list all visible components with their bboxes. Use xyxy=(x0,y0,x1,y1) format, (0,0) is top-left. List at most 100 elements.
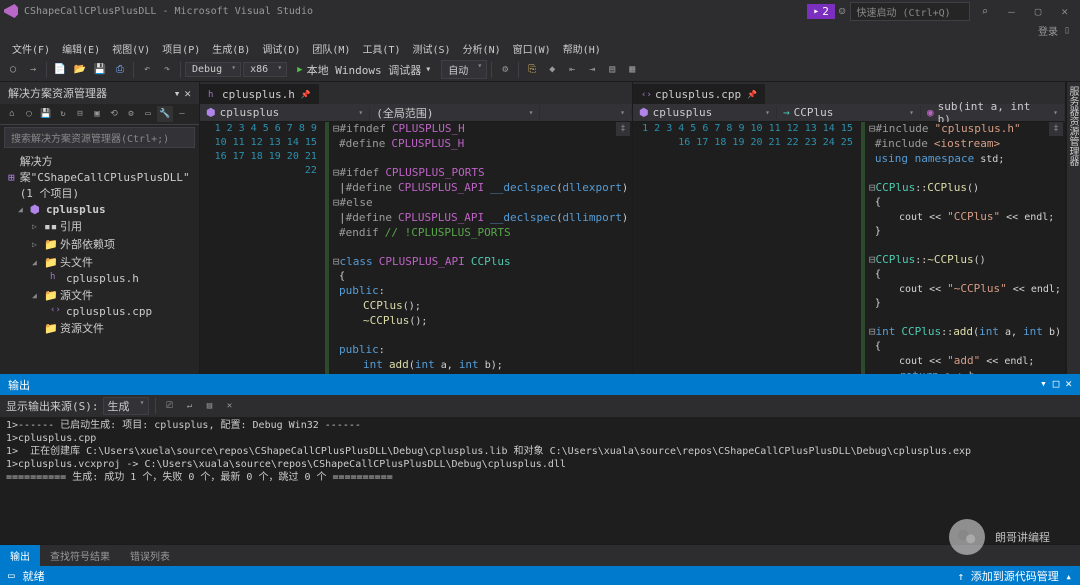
output-source-combo[interactable]: 生成 xyxy=(103,397,149,415)
collapse-icon[interactable]: ⊟ xyxy=(72,106,88,122)
close-icon[interactable]: ✕ xyxy=(184,87,191,100)
split-button[interactable]: ‡ xyxy=(1049,122,1063,136)
expander-icon[interactable]: ◢ xyxy=(32,291,41,300)
line-gutter: 1 2 3 4 5 6 7 8 9 10 11 12 13 14 15 16 1… xyxy=(633,122,865,374)
tab-error-list[interactable]: 错误列表 xyxy=(120,545,180,566)
resources-node[interactable]: 📁资源文件 xyxy=(0,319,199,337)
sync-icon[interactable]: ⟲ xyxy=(106,106,122,122)
references-node[interactable]: ▷▪▪引用 xyxy=(0,217,199,235)
tool-icon[interactable]: ⚙ xyxy=(496,61,514,79)
external-deps-node[interactable]: ▷📁外部依赖项 xyxy=(0,235,199,253)
comment-icon[interactable]: ▤ xyxy=(603,61,621,79)
tab-cplusplus-h[interactable]: hcplusplus.h📌 xyxy=(200,84,319,104)
expander-icon[interactable]: ◢ xyxy=(18,205,27,214)
wrap-icon[interactable]: ↵ xyxy=(182,398,198,414)
refresh-icon[interactable]: ↻ xyxy=(55,106,71,122)
undo-button[interactable]: ↶ xyxy=(138,61,156,79)
preview-icon[interactable]: ▭ xyxy=(140,106,156,122)
nav-fwd-button[interactable]: → xyxy=(24,61,42,79)
code-content[interactable]: ⊟#ifndef CPLUSPLUS_H #define CPLUSPLUS_H… xyxy=(329,122,632,374)
expander-icon[interactable]: ▷ xyxy=(32,240,41,249)
feedback-icon[interactable]: ☺ xyxy=(839,5,846,18)
menu-tools[interactable]: 工具(T) xyxy=(356,39,406,58)
code-editor-left[interactable]: 1 2 3 4 5 6 7 8 9 10 11 12 13 14 15 16 1… xyxy=(200,122,632,374)
user-icon[interactable]: ▯ xyxy=(1064,25,1070,36)
quick-launch-input[interactable]: 快速启动 (Ctrl+Q) xyxy=(850,2,970,21)
properties-icon[interactable]: ⚙ xyxy=(123,106,139,122)
solution-search-input[interactable]: 搜索解决方案资源管理器(Ctrl+;) xyxy=(4,127,195,148)
pin-icon[interactable]: ▾ xyxy=(174,87,181,100)
process-combo[interactable]: 自动 xyxy=(441,60,487,79)
source-control-button[interactable]: ↑ 添加到源代码管理 ▴ xyxy=(958,568,1073,584)
sources-node[interactable]: ◢📁源文件 xyxy=(0,286,199,304)
showall-icon[interactable]: ▣ xyxy=(89,106,105,122)
menu-debug[interactable]: 调试(D) xyxy=(256,39,306,58)
right-sidebar[interactable]: 服务器资源管理器 xyxy=(1066,82,1080,374)
step-icon[interactable]: ⎘ xyxy=(523,61,541,79)
nav-scope-combo[interactable]: ⬢cplusplus▾ xyxy=(200,106,370,119)
open-button[interactable]: 📂 xyxy=(71,61,89,79)
se-save-icon[interactable]: 💾 xyxy=(38,106,54,122)
code-content[interactable]: ⊟#include "cplusplus.h" #include <iostre… xyxy=(865,122,1065,374)
goto-icon[interactable]: ▤ xyxy=(202,398,218,414)
play-icon: ▶ xyxy=(297,65,302,75)
menu-file[interactable]: 文件(F) xyxy=(6,39,56,58)
se-back-icon[interactable]: ◯ xyxy=(21,106,37,122)
menu-project[interactable]: 项目(P) xyxy=(156,39,206,58)
outdent-icon[interactable]: ⇤ xyxy=(563,61,581,79)
start-debug-button[interactable]: ▶本地 Windows 调试器 ▾ xyxy=(289,60,439,80)
menu-help[interactable]: 帮助(H) xyxy=(557,39,607,58)
menu-view[interactable]: 视图(V) xyxy=(106,39,156,58)
nav-back-button[interactable]: ◯ xyxy=(4,61,22,79)
clear-icon[interactable]: ⎚ xyxy=(162,398,178,414)
nav-class-combo[interactable]: →CCPlus▾ xyxy=(777,106,921,119)
menu-analyze[interactable]: 分析(N) xyxy=(457,39,507,58)
code-editor-right[interactable]: 1 2 3 4 5 6 7 8 9 10 11 12 13 14 15 16 1… xyxy=(633,122,1065,374)
expander-icon[interactable]: ▷ xyxy=(32,222,41,231)
maximize-button[interactable]: ▢ xyxy=(1027,3,1050,20)
login-link[interactable]: 登录 xyxy=(1038,23,1058,38)
clear-all-icon[interactable]: ✕ xyxy=(222,398,238,414)
home-icon[interactable]: ⌂ xyxy=(4,106,20,122)
solution-tree: ⊞解决方案"CShapeCallCPlusPlusDLL"(1 个项目) ◢⬢c… xyxy=(0,150,199,374)
nav-empty-combo[interactable]: ▾ xyxy=(540,108,632,117)
config-combo[interactable]: Debug xyxy=(185,62,241,77)
nav-scope-combo[interactable]: ⬢cplusplus▾ xyxy=(633,106,777,119)
pin-icon[interactable]: 📌 xyxy=(301,90,311,99)
tab-find-symbols[interactable]: 查找符号结果 xyxy=(40,545,120,566)
menu-team[interactable]: 团队(M) xyxy=(306,39,356,58)
menu-build[interactable]: 生成(B) xyxy=(206,39,256,58)
menu-edit[interactable]: 编辑(E) xyxy=(56,39,106,58)
pin-icon[interactable]: 📌 xyxy=(747,90,757,99)
source-file-node[interactable]: ‹›cplusplus.cpp xyxy=(0,304,199,319)
menu-window[interactable]: 窗口(W) xyxy=(507,39,557,58)
save-all-button[interactable]: ⎙ xyxy=(111,61,129,79)
new-button[interactable]: 📄 xyxy=(51,61,69,79)
tab-cplusplus-cpp[interactable]: ‹›cplusplus.cpp📌 xyxy=(633,84,765,104)
split-button[interactable]: ‡ xyxy=(616,122,630,136)
notifications-badge[interactable]: ▸ 2 xyxy=(807,4,835,19)
redo-button[interactable]: ↷ xyxy=(158,61,176,79)
close-button[interactable]: ✕ xyxy=(1053,3,1076,20)
nav-member-combo[interactable]: (全局范围)▾ xyxy=(370,105,540,121)
menu-test[interactable]: 测试(S) xyxy=(407,39,457,58)
header-file-node[interactable]: hcplusplus.h xyxy=(0,271,199,286)
expander-icon[interactable]: ◢ xyxy=(32,258,41,267)
close-icon[interactable]: ✕ xyxy=(1065,377,1072,393)
solution-node[interactable]: ⊞解决方案"CShapeCallCPlusPlusDLL"(1 个项目) xyxy=(0,152,199,202)
platform-combo[interactable]: x86 xyxy=(243,62,287,77)
minimize-button[interactable]: — xyxy=(1000,3,1023,20)
dropdown-icon[interactable]: ▾ xyxy=(1040,377,1047,393)
folder-view-icon[interactable]: — xyxy=(174,106,190,122)
pin-icon[interactable]: □ xyxy=(1053,377,1060,393)
output-text[interactable]: 1>------ 已启动生成: 项目: cplusplus, 配置: Debug… xyxy=(0,417,1080,544)
tab-output[interactable]: 输出 xyxy=(0,545,40,566)
wrench-icon[interactable]: 🔧 xyxy=(157,106,173,122)
indent-icon[interactable]: ⇥ xyxy=(583,61,601,79)
headers-node[interactable]: ◢📁头文件 xyxy=(0,253,199,271)
search-icon[interactable]: ⌕ xyxy=(974,3,997,20)
project-node[interactable]: ◢⬢cplusplus xyxy=(0,202,199,217)
uncomment-icon[interactable]: ▦ xyxy=(623,61,641,79)
breakpoint-icon[interactable]: ◆ xyxy=(543,61,561,79)
save-button[interactable]: 💾 xyxy=(91,61,109,79)
